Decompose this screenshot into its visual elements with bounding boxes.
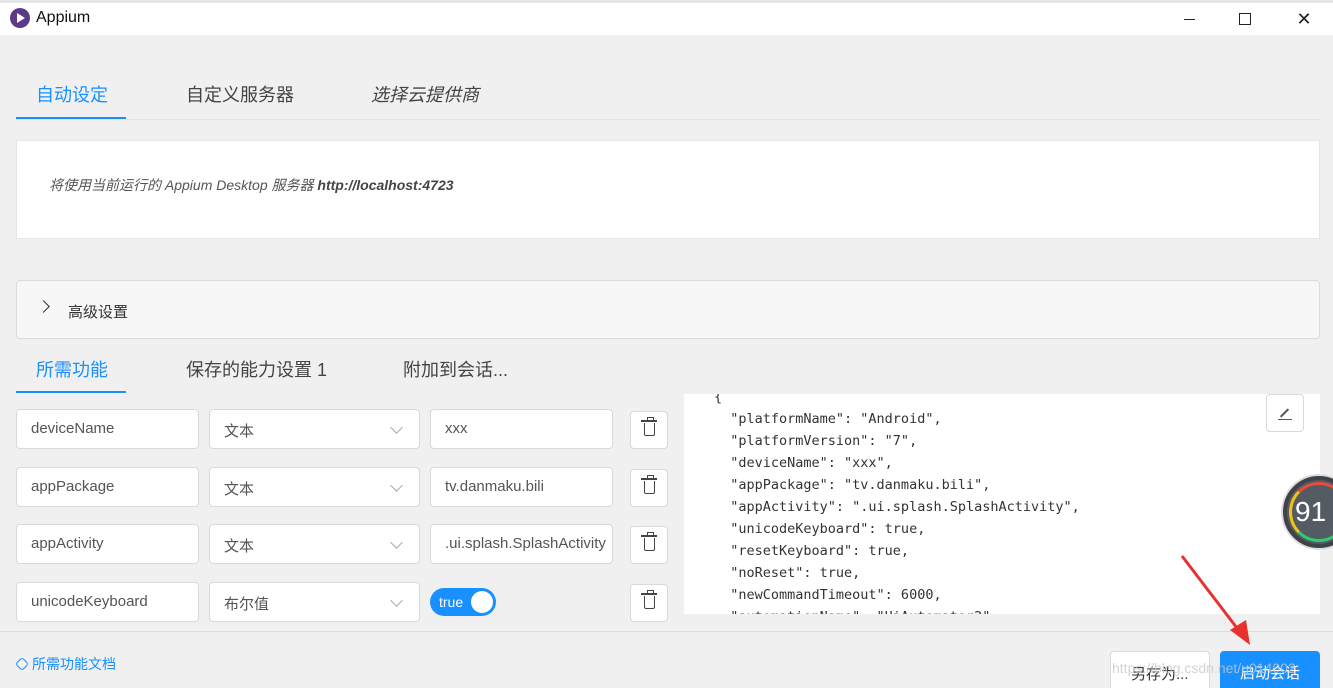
red-annotation-arrow xyxy=(1180,555,1250,645)
arrow-shaft xyxy=(1180,555,1242,633)
